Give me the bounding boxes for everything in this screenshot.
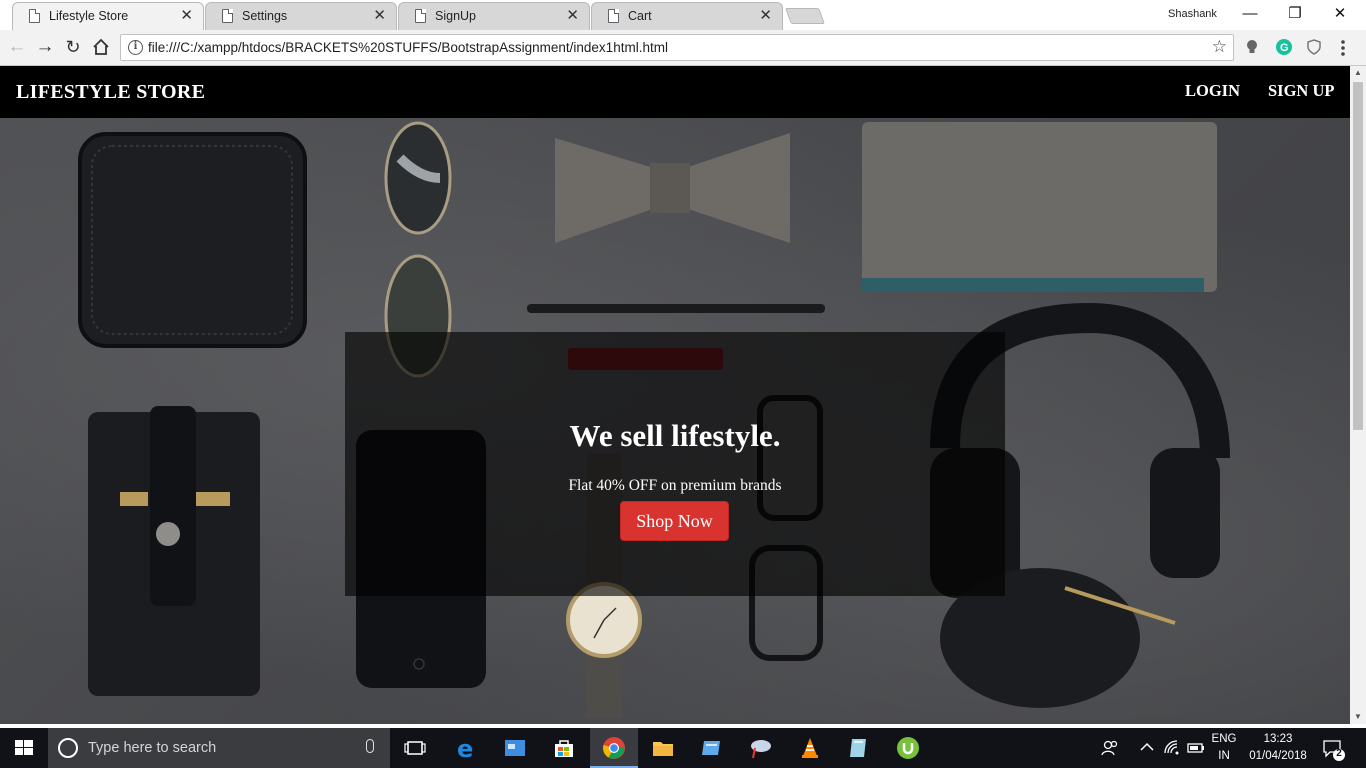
scroll-thumb[interactable] bbox=[1353, 82, 1363, 430]
windows-taskbar: Type here to search e ENG IN 13:23 01/04… bbox=[0, 728, 1366, 768]
clock-time[interactable]: 13:23 bbox=[1246, 733, 1310, 745]
utorrent-icon[interactable] bbox=[896, 736, 920, 760]
scroll-down-icon[interactable]: ▼ bbox=[1350, 710, 1366, 724]
search-placeholder[interactable]: Type here to search bbox=[88, 740, 216, 756]
svg-text:G: G bbox=[1280, 42, 1289, 54]
tab-settings[interactable]: Settings ✕ bbox=[205, 2, 397, 30]
scroll-up-icon[interactable]: ▲ bbox=[1350, 66, 1366, 80]
app-icon[interactable] bbox=[700, 736, 724, 760]
app-icon[interactable] bbox=[503, 736, 527, 760]
browser-toolbar: ← → ↻ i file:///C:/xampp/htdocs/BRACKETS… bbox=[0, 30, 1366, 66]
back-icon[interactable]: ← bbox=[6, 36, 28, 58]
chrome-icon[interactable] bbox=[602, 736, 626, 760]
file-icon bbox=[608, 9, 619, 23]
reload-icon[interactable]: ↻ bbox=[62, 36, 84, 58]
page-scrollbar[interactable]: ▲ ▼ bbox=[1350, 66, 1366, 724]
taskbar-search[interactable]: Type here to search bbox=[48, 728, 390, 768]
close-window-button[interactable]: ✕ bbox=[1330, 4, 1350, 24]
bookmark-star-icon[interactable]: ☆ bbox=[1212, 37, 1227, 57]
restore-button[interactable]: ❐ bbox=[1285, 4, 1305, 24]
address-bar[interactable]: i file:///C:/xampp/htdocs/BRACKETS%20STU… bbox=[120, 34, 1234, 61]
file-explorer-icon[interactable] bbox=[651, 736, 675, 760]
home-icon[interactable] bbox=[90, 36, 112, 58]
tab-title: Cart bbox=[628, 9, 652, 23]
login-link[interactable]: LOGIN bbox=[1185, 81, 1240, 101]
close-tab-icon[interactable]: ✕ bbox=[180, 7, 193, 25]
edge-icon[interactable]: e bbox=[455, 735, 479, 763]
task-view-icon[interactable] bbox=[404, 736, 428, 760]
hero-subtitle: Flat 40% OFF on premium brands bbox=[568, 477, 782, 494]
hero-title: We sell lifestyle. bbox=[569, 418, 781, 453]
windows-start-icon[interactable] bbox=[0, 728, 48, 768]
url-text[interactable]: file:///C:/xampp/htdocs/BRACKETS%20STUFF… bbox=[148, 40, 668, 55]
store-icon[interactable] bbox=[552, 736, 576, 760]
shield-extension-icon[interactable] bbox=[1306, 39, 1322, 55]
tab-lifestyle-store[interactable]: Lifestyle Store ✕ bbox=[12, 2, 204, 30]
tab-signup[interactable]: SignUp ✕ bbox=[398, 2, 590, 30]
people-icon[interactable] bbox=[1100, 738, 1120, 758]
tab-title: Settings bbox=[242, 9, 288, 23]
page-viewport: LIFESTYLE STORE LOGIN SIGN UP We sell li… bbox=[0, 66, 1350, 724]
menu-icon[interactable] bbox=[1340, 39, 1350, 56]
signup-link[interactable]: SIGN UP bbox=[1268, 81, 1334, 101]
bulb-extension-icon[interactable] bbox=[1244, 39, 1260, 55]
svg-text:e: e bbox=[457, 736, 473, 760]
notification-count-badge: 2 bbox=[1336, 748, 1342, 759]
battery-icon[interactable] bbox=[1186, 738, 1206, 758]
file-icon bbox=[29, 9, 40, 23]
new-tab-button[interactable] bbox=[785, 8, 825, 24]
close-tab-icon[interactable]: ✕ bbox=[759, 7, 772, 25]
forward-icon[interactable]: → bbox=[34, 36, 56, 58]
site-navbar: LIFESTYLE STORE LOGIN SIGN UP bbox=[0, 66, 1350, 118]
microphone-icon[interactable] bbox=[366, 739, 374, 753]
file-icon bbox=[415, 9, 426, 23]
tab-title: SignUp bbox=[435, 9, 476, 23]
clock-date[interactable]: 01/04/2018 bbox=[1246, 750, 1310, 762]
chevron-up-icon[interactable] bbox=[1138, 738, 1156, 756]
brand-logo[interactable]: LIFESTYLE STORE bbox=[16, 81, 205, 104]
language-indicator[interactable]: ENG bbox=[1210, 733, 1238, 745]
app-icon[interactable] bbox=[846, 736, 870, 760]
app-icon[interactable] bbox=[749, 736, 773, 760]
tab-cart[interactable]: Cart ✕ bbox=[591, 2, 783, 30]
info-icon[interactable]: i bbox=[128, 40, 143, 55]
wifi-icon[interactable] bbox=[1162, 738, 1182, 758]
grammarly-icon[interactable]: G bbox=[1276, 39, 1292, 55]
profile-name[interactable]: Shashank bbox=[1168, 8, 1217, 20]
vlc-icon[interactable] bbox=[798, 736, 822, 760]
hero-banner: We sell lifestyle. Flat 40% OFF on premi… bbox=[0, 118, 1350, 724]
file-icon bbox=[222, 9, 233, 23]
browser-tab-strip: Lifestyle Store ✕ Settings ✕ SignUp ✕ Ca… bbox=[0, 0, 1366, 30]
tab-title: Lifestyle Store bbox=[49, 9, 129, 23]
shop-now-button[interactable]: Shop Now bbox=[620, 501, 729, 541]
hero-overlay: We sell lifestyle. Flat 40% OFF on premi… bbox=[345, 332, 1005, 596]
close-tab-icon[interactable]: ✕ bbox=[373, 7, 386, 25]
minimize-button[interactable]: — bbox=[1240, 4, 1260, 24]
cortana-icon bbox=[58, 738, 78, 758]
close-tab-icon[interactable]: ✕ bbox=[566, 7, 579, 25]
region-indicator[interactable]: IN bbox=[1210, 750, 1238, 762]
